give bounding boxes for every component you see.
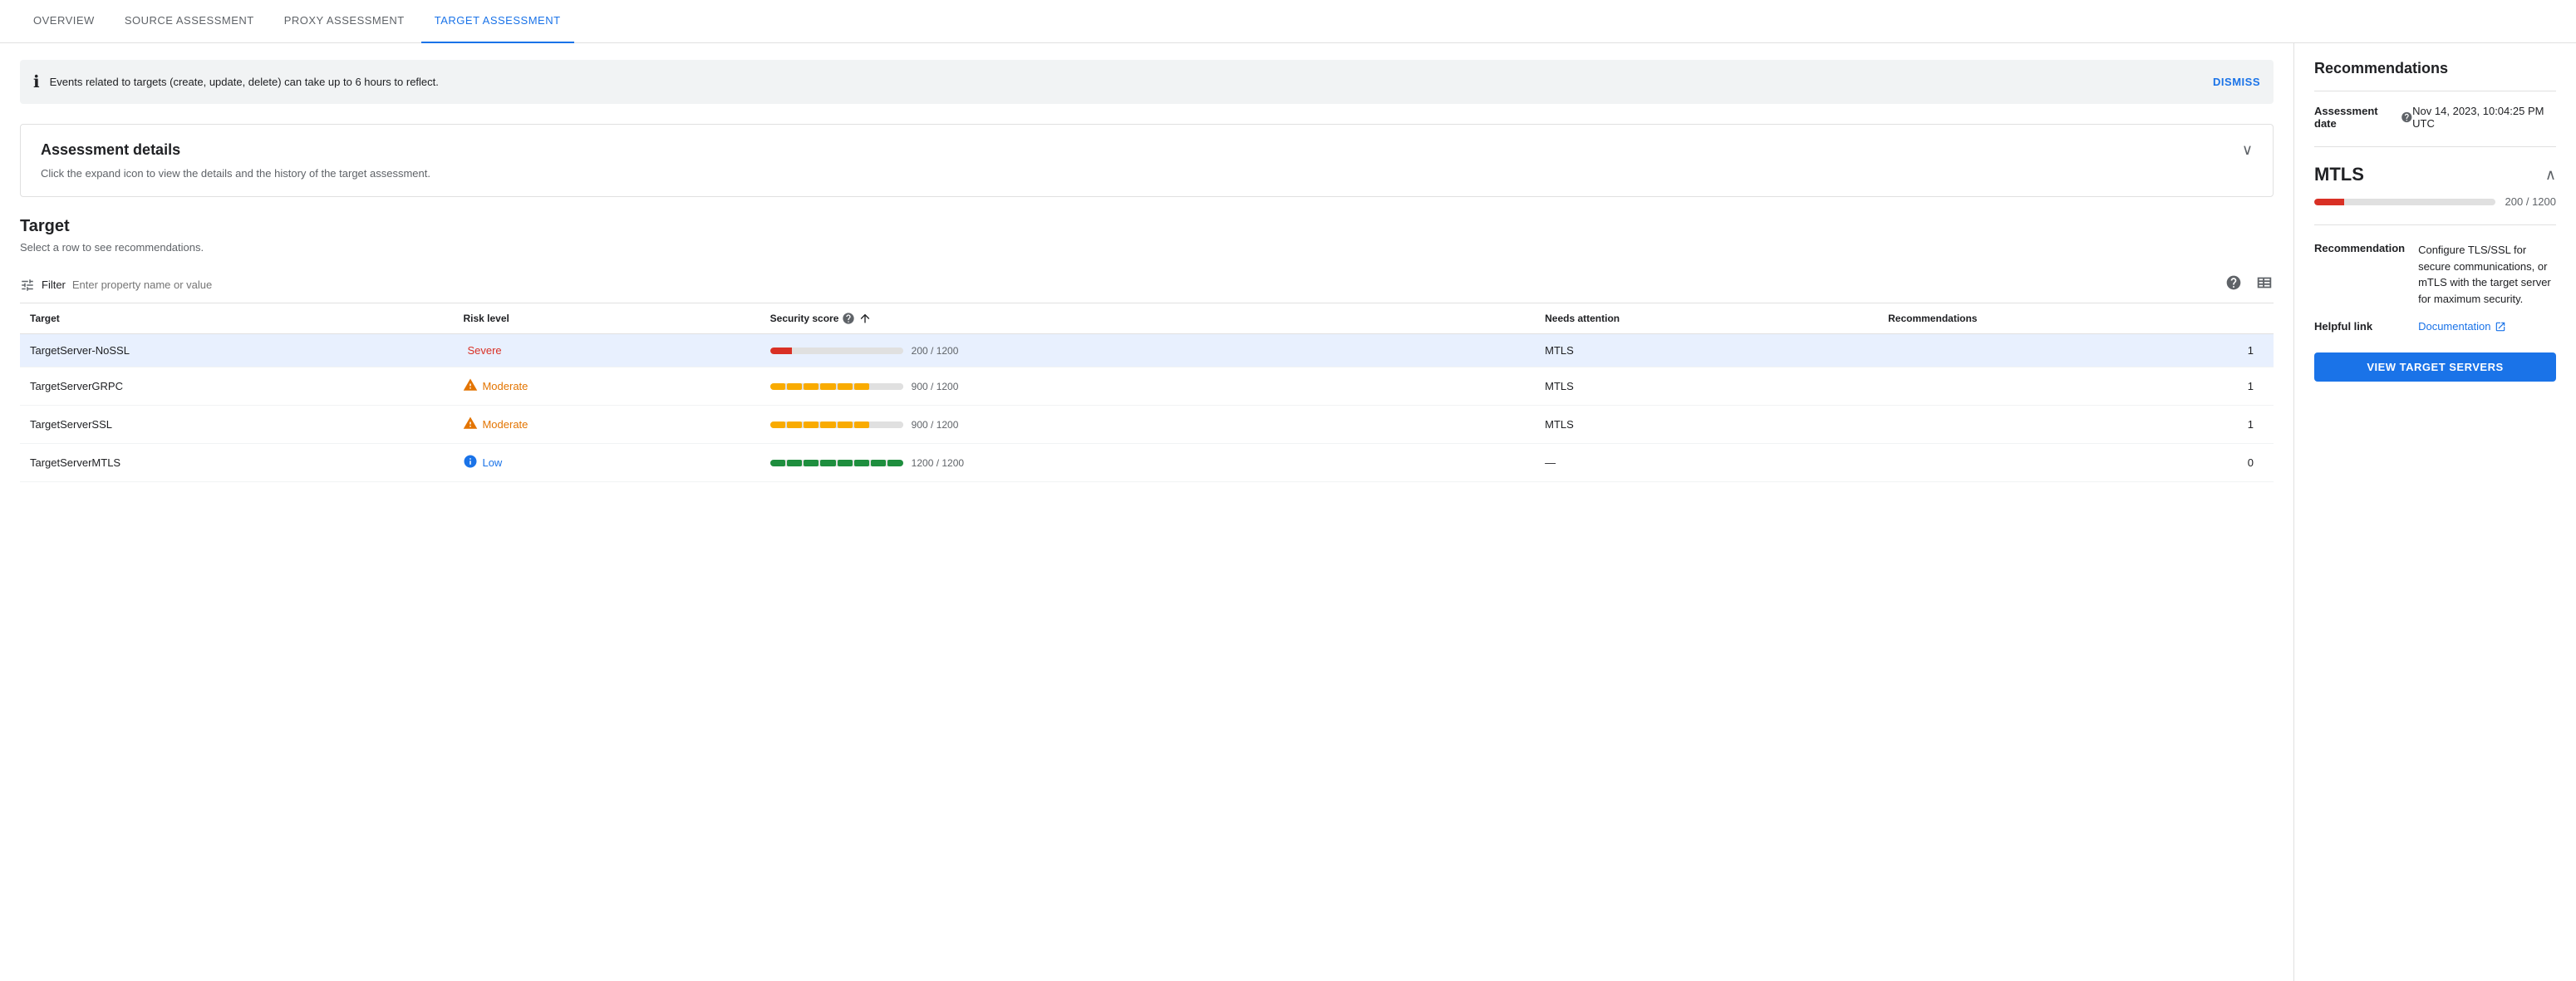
assessment-title: Assessment details (41, 141, 180, 159)
score-text: 900 / 1200 (912, 381, 959, 392)
info-banner: ℹ Events related to targets (create, upd… (20, 60, 2274, 104)
risk-label: Moderate (482, 380, 528, 392)
columns-icon[interactable] (2255, 274, 2274, 296)
recommendation-label: Recommendation (2314, 242, 2405, 307)
cell-recommendations: 1 (1878, 367, 2274, 406)
mtls-header: MTLS ∧ (2314, 164, 2556, 185)
recommendation-value: Configure TLS/SSL for secure communicati… (2418, 242, 2556, 307)
cell-risk: Moderate (453, 367, 760, 406)
content-area: ℹ Events related to targets (create, upd… (0, 43, 2293, 981)
assessment-date-label: Assessment date (2314, 105, 2412, 130)
filter-label: Filter (42, 279, 66, 291)
col-recommendations: Recommendations (1878, 303, 2274, 334)
target-section: Target Select a row to see recommendatio… (20, 217, 2274, 482)
risk-icon (463, 416, 478, 433)
tabs-bar: OVERVIEWSOURCE ASSESSMENTPROXY ASSESSMEN… (0, 0, 2576, 43)
cell-recommendations: 1 (1878, 334, 2274, 367)
col-security-score: Security score (760, 303, 1535, 334)
assessment-date-value: Nov 14, 2023, 10:04:25 PM UTC (2412, 105, 2556, 130)
helpful-link-label: Helpful link (2314, 320, 2405, 333)
score-bar (770, 460, 903, 466)
risk-label: Moderate (482, 418, 528, 431)
sidebar-title: Recommendations (2314, 60, 2556, 91)
mtls-score-fill (2314, 199, 2344, 205)
helpful-link-value: Documentation (2418, 320, 2556, 333)
score-text: 900 / 1200 (912, 419, 959, 431)
assessment-header: Assessment details ∨ (41, 141, 2253, 159)
cell-recommendations: 0 (1878, 444, 2274, 482)
cell-target: TargetServerGRPC (20, 367, 453, 406)
view-target-servers-button[interactable]: VIEW TARGET SERVERS (2314, 352, 2556, 382)
score-bar (770, 421, 903, 428)
col-needs-attention: Needs attention (1535, 303, 1878, 334)
cell-needs-attention: — (1535, 444, 1878, 482)
table-row[interactable]: TargetServerMTLS Low 1200 / 1200 — 0 (20, 444, 2274, 482)
assessment-details-section: Assessment details ∨ Click the expand ic… (20, 124, 2274, 197)
score-text: 1200 / 1200 (912, 457, 964, 469)
mtls-score-text: 200 / 1200 (2505, 195, 2556, 208)
cell-target: TargetServer-NoSSL (20, 334, 453, 367)
help-icon[interactable] (2225, 274, 2242, 295)
cell-score: 900 / 1200 (760, 406, 1535, 444)
score-text: 200 / 1200 (912, 345, 959, 357)
table-row[interactable]: TargetServerSSL Moderate 900 / 1200 MTLS… (20, 406, 2274, 444)
col-target: Target (20, 303, 453, 334)
cell-needs-attention: MTLS (1535, 334, 1878, 367)
assessment-description: Click the expand icon to view the detail… (41, 167, 2253, 180)
target-section-title: Target (20, 217, 2274, 236)
risk-icon (463, 454, 478, 471)
mtls-score-bar (2314, 199, 2495, 205)
tab-proxy[interactable]: PROXY ASSESSMENT (271, 0, 418, 43)
cell-target: TargetServerSSL (20, 406, 453, 444)
cell-score: 200 / 1200 (760, 334, 1535, 367)
target-section-subtitle: Select a row to see recommendations. (20, 241, 2274, 254)
info-icon: ℹ (33, 71, 40, 92)
banner-text: Events related to targets (create, updat… (50, 76, 2200, 88)
mtls-section: MTLS ∧ 200 / 1200 Recommendation Configu… (2314, 164, 2556, 333)
risk-label: Severe (467, 344, 501, 357)
col-risk-level: Risk level (453, 303, 760, 334)
cell-risk: Low (453, 444, 760, 482)
filter-icon (20, 278, 35, 293)
sidebar: Recommendations Assessment date Nov 14, … (2293, 43, 2576, 981)
filter-actions (2225, 274, 2274, 296)
dismiss-button[interactable]: DISMISS (2213, 76, 2260, 88)
table-header-row: Target Risk level Security score Needs a… (20, 303, 2274, 334)
cell-score: 1200 / 1200 (760, 444, 1535, 482)
filter-bar: Filter (20, 267, 2274, 303)
filter-input[interactable] (72, 279, 2225, 291)
documentation-link[interactable]: Documentation (2418, 320, 2556, 333)
mtls-score-row: 200 / 1200 (2314, 195, 2556, 225)
cell-score: 900 / 1200 (760, 367, 1535, 406)
cell-risk: Moderate (453, 406, 760, 444)
cell-recommendations: 1 (1878, 406, 2274, 444)
rec-detail-grid: Recommendation Configure TLS/SSL for sec… (2314, 242, 2556, 333)
target-table: Target Risk level Security score Needs a… (20, 303, 2274, 482)
mtls-title: MTLS (2314, 164, 2364, 185)
tab-overview[interactable]: OVERVIEW (20, 0, 108, 43)
assessment-expand-icon[interactable]: ∨ (2242, 141, 2253, 159)
mtls-collapse-icon[interactable]: ∧ (2545, 166, 2556, 184)
table-row[interactable]: TargetServerGRPC Moderate 900 / 1200 MTL… (20, 367, 2274, 406)
cell-needs-attention: MTLS (1535, 406, 1878, 444)
tab-source[interactable]: SOURCE ASSESSMENT (111, 0, 268, 43)
risk-label: Low (482, 456, 502, 469)
table-row[interactable]: TargetServer-NoSSL Severe 200 / 1200 MTL… (20, 334, 2274, 367)
tab-target[interactable]: TARGET ASSESSMENT (421, 0, 574, 43)
assessment-date-row: Assessment date Nov 14, 2023, 10:04:25 P… (2314, 105, 2556, 147)
score-bar (770, 348, 903, 354)
risk-icon (463, 377, 478, 395)
cell-needs-attention: MTLS (1535, 367, 1878, 406)
cell-target: TargetServerMTLS (20, 444, 453, 482)
score-bar (770, 383, 903, 390)
cell-risk: Severe (453, 334, 760, 367)
main-layout: ℹ Events related to targets (create, upd… (0, 43, 2576, 981)
